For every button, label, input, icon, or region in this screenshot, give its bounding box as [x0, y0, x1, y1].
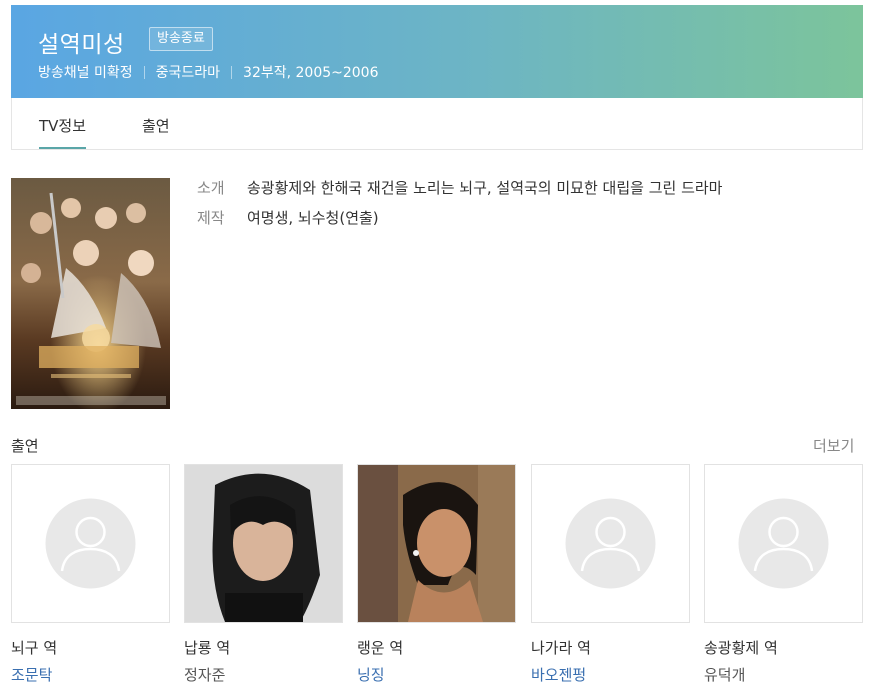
staff-row: 제작 여명생, 뇌수청(연출): [197, 207, 379, 228]
divider: [143, 65, 145, 79]
cast-role: 랭운 역: [357, 639, 404, 657]
intro-row: 소개 송광황제와 한해국 재건을 노리는 뇌구, 설역국의 미묘한 대립을 그린 …: [197, 177, 722, 198]
cast-photo[interactable]: [11, 464, 170, 623]
cast-actor[interactable]: 조문탁: [11, 664, 170, 685]
staff-text: 여명생, 뇌수청(연출): [247, 209, 379, 227]
profile-placeholder-icon: [565, 498, 656, 589]
drama-header: 설역미성 방송종료 방송채널 미확정 중국드라마 32부작, 2005~2006: [11, 5, 863, 98]
drama-title: 설역미성: [38, 32, 125, 58]
cast-role: 송광황제 역: [704, 639, 778, 657]
profile-placeholder-icon: [45, 498, 136, 589]
cast-card[interactable]: 랭운 역 닝징: [357, 464, 516, 685]
cast-card[interactable]: 뇌구 역 조문탁: [11, 464, 170, 685]
genre-text[interactable]: 중국드라마: [156, 62, 220, 82]
tab-tv-info[interactable]: TV정보: [39, 115, 87, 149]
actor-photo-man: [185, 465, 342, 622]
cast-actor[interactable]: 닝징: [357, 664, 516, 685]
cast-role: 나가라 역: [531, 639, 591, 657]
cast-actor[interactable]: 정자준: [184, 664, 343, 685]
tab-bar: TV정보 출연: [11, 98, 863, 150]
actor-photo-woman: [358, 465, 515, 622]
cast-card[interactable]: 송광황제 역 유덕개: [704, 464, 863, 685]
intro-label: 소개: [197, 179, 225, 197]
cast-photo[interactable]: [704, 464, 863, 623]
intro-text: 송광황제와 한해국 재건을 노리는 뇌구, 설역국의 미묘한 대립을 그린 드라…: [247, 179, 723, 197]
cast-photo[interactable]: [531, 464, 690, 623]
more-link[interactable]: 더보기: [813, 435, 854, 456]
status-badge: 방송종료: [149, 27, 213, 51]
cast-photo[interactable]: [357, 464, 516, 623]
divider: [231, 65, 233, 79]
tab-cast[interactable]: 출연: [142, 115, 170, 149]
staff-label: 제작: [197, 209, 225, 227]
cast-card[interactable]: 납룡 역 정자준: [184, 464, 343, 685]
profile-placeholder-icon: [738, 498, 829, 589]
cast-photo[interactable]: [184, 464, 343, 623]
drama-meta: 방송채널 미확정 중국드라마 32부작, 2005~2006: [38, 62, 379, 82]
poster-image: [11, 178, 170, 409]
drama-poster[interactable]: [11, 178, 170, 409]
cast-section-title: 출연: [11, 437, 39, 455]
cast-role: 뇌구 역: [11, 639, 58, 657]
episodes-year-text: 32부작, 2005~2006: [243, 65, 379, 81]
channel-text: 방송채널 미확정: [38, 65, 133, 81]
cast-card[interactable]: 나가라 역 바오젠펑: [531, 464, 690, 685]
cast-actor[interactable]: 바오젠펑: [531, 664, 690, 685]
cast-role: 납룡 역: [184, 639, 231, 657]
cast-actor[interactable]: 유덕개: [704, 664, 863, 685]
